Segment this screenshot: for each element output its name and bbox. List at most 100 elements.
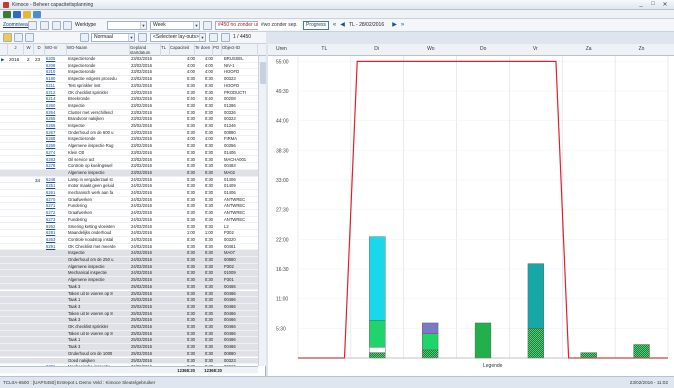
last-period-icon[interactable]: »	[399, 21, 406, 30]
table-row[interactable]: Taak 3 25/02/2016 0:30 0:30 00466	[0, 283, 258, 291]
table-row[interactable]: 6270 Graafwerken 24/02/2016 0:30 0:30 ANTWREC	[0, 197, 258, 204]
table-row[interactable]: 6262 Smering ketting vloeisten 24/02/2016 0…	[0, 224, 258, 231]
wo-nr-cell[interactable]	[45, 277, 67, 284]
wo-nr-cell[interactable]	[45, 324, 67, 331]
table-row[interactable]: 6212 OK checklist sprinkler 23/02/2016 0:30…	[0, 90, 258, 97]
col-header-capacity[interactable]: Capaciteit	[170, 44, 195, 56]
zoom-level-link[interactable]: Zoomniveau	[3, 21, 31, 30]
table-row[interactable]: 6265 Brandvoor nakijken 23/02/2016 0:30 0:30…	[0, 116, 258, 123]
wo-nr-cell[interactable]: 6214	[45, 96, 67, 103]
col-header-week[interactable]: W	[24, 44, 34, 56]
table-row[interactable]: Taken uit te voeren op 8 25/02/2016 0:30 0:…	[0, 290, 258, 298]
settings-icon[interactable]	[14, 33, 23, 42]
table-row[interactable]: 6274 Klein Ott 23/02/2016 0:30 0:30 01406	[0, 150, 258, 157]
save-icon[interactable]	[13, 11, 21, 18]
table-row[interactable]: 6251 motor maakt geen geluid 24/02/2016 0:3…	[0, 183, 258, 190]
bar-segment[interactable]	[422, 349, 439, 359]
table-row[interactable]: 6180 Inspectie volgens procedu 23/02/2016 0…	[0, 76, 258, 83]
table-row[interactable]: 6273 Fundering 24/02/2016 0:30 0:30 ANTWREC	[0, 217, 258, 224]
next-period-icon[interactable]: ▶	[391, 21, 398, 30]
col-header-select[interactable]	[0, 44, 8, 56]
col-header-day[interactable]: D	[34, 44, 45, 56]
wo-nr-cell[interactable]: 6283	[45, 157, 67, 164]
folder-icon[interactable]	[23, 11, 31, 18]
wo-nr-cell[interactable]: 6272	[45, 210, 67, 217]
wo-nr-cell[interactable]: 6261	[45, 190, 67, 197]
table-row[interactable]: 6278 Controle op koelingswel 23/02/2016 0:3…	[0, 163, 258, 170]
bar-segment[interactable]	[369, 347, 386, 353]
sort-az-icon[interactable]	[221, 33, 230, 42]
first-period-icon[interactable]: «	[331, 21, 338, 30]
table-row[interactable]: Inspectie 24/02/2016 0:30 0:30 MA07	[0, 250, 258, 257]
table-row[interactable]: Onderhoud om de 1000 25/02/2016 0:30 0:30 00…	[0, 350, 258, 358]
wo-nr-cell[interactable]	[45, 358, 67, 365]
bar-segment[interactable]	[474, 322, 492, 359]
table-row[interactable]: 6263 Controle noodstop instal 24/02/2016 0:…	[0, 237, 258, 244]
view-select[interactable]: Normaal ▼	[91, 33, 135, 42]
filter-icon[interactable]	[40, 21, 49, 30]
table-row[interactable]: 6261 mechanisch werk aan fa 24/02/2016 0:30…	[0, 190, 258, 197]
bar-segment[interactable]	[527, 328, 544, 359]
wo-nr-cell[interactable]: 6268	[45, 136, 67, 143]
table-row[interactable]: Mechanical inspectie 24/02/2016 0:30 0:30 01…	[0, 270, 258, 278]
wo-nr-cell[interactable]	[45, 331, 67, 338]
wo-nr-cell[interactable]: 6212	[45, 90, 67, 97]
bar-segment[interactable]	[580, 352, 597, 359]
col-header-tl[interactable]: TL	[161, 44, 170, 56]
table-row[interactable]: 6264 Cluster met verschillend 23/02/2016 0:…	[0, 110, 258, 117]
table-row[interactable]: 6266 Inspectie 25/02/2016 0:30 0:30 01346	[0, 123, 258, 130]
table-row[interactable]: Taak 3 25/02/2016 0:30 0:30 00466	[0, 317, 258, 324]
table-row[interactable]: 6260 Inspectie 23/02/2016 0:30 0:30 01386	[0, 103, 258, 110]
table-row[interactable]: Taak 3 25/02/2016 0:30 0:30 00466	[0, 303, 258, 311]
wo-nr-cell[interactable]: 6278	[45, 163, 67, 170]
wo-nr-cell[interactable]: 6248	[45, 177, 67, 184]
wo-nr-cell[interactable]	[45, 337, 67, 344]
table-row[interactable]: Algemene inspectie 24/02/2016 0:30 0:30 P302	[0, 263, 258, 271]
col-header-start-date[interactable]: Gepland startdatum	[130, 44, 161, 56]
scroll-thumb[interactable]	[260, 62, 266, 84]
wo-nr-cell[interactable]: 6270	[45, 197, 67, 204]
grid-vertical-scrollbar[interactable]	[258, 56, 266, 366]
minimize-icon[interactable]: _	[636, 1, 646, 7]
wo-nr-cell[interactable]: 6271	[45, 203, 67, 210]
table-row[interactable]: Taken uit te voeren op 8 25/02/2016 0:30 0:…	[0, 310, 258, 318]
table-row[interactable]: Goed nakijken 25/02/2016 0:30 0:30 00323	[0, 357, 258, 365]
wo-nr-cell[interactable]	[45, 284, 67, 291]
calendar-icon[interactable]	[28, 21, 37, 30]
period-select[interactable]: Week ▼	[150, 21, 200, 30]
funnel-icon[interactable]	[80, 33, 89, 42]
wo-nr-cell[interactable]	[45, 304, 67, 311]
grid-icon[interactable]	[25, 33, 34, 42]
wo-nr-cell[interactable]: 6281	[45, 230, 67, 237]
wo-nr-cell[interactable]: 6264	[45, 110, 67, 117]
bar-segment[interactable]	[633, 344, 650, 359]
wo-nr-cell[interactable]: 6274	[45, 150, 67, 157]
col-header-object-id[interactable]: Object-ID	[222, 44, 258, 56]
no-sep-toggle[interactable]: #wo zonder sep.	[258, 21, 301, 30]
close-icon[interactable]: ✕	[660, 1, 670, 8]
table-row[interactable]: 6291 OK Checklist met meerde 24/02/2016 0:3…	[0, 244, 258, 251]
table-row[interactable]: 6210 Inspectieronde 23/02/2016 4:00 4:00 HOOF…	[0, 69, 258, 77]
wo-nr-cell[interactable]	[45, 257, 67, 264]
wo-nr-cell[interactable]	[45, 351, 67, 358]
wo-nr-cell[interactable]: 6262	[45, 224, 67, 231]
options-icon[interactable]	[203, 21, 212, 30]
table-row[interactable]: 6205 Inspectieronde 23/02/2016 4:00 4:00 BRUS…	[0, 56, 258, 63]
wo-nr-cell[interactable]	[45, 317, 67, 324]
wo-nr-cell[interactable]: 6251	[45, 183, 67, 190]
bar-segment[interactable]	[422, 333, 439, 351]
col-header-wo-nr[interactable]: WO-nr	[45, 44, 67, 56]
check-icon[interactable]	[3, 11, 11, 18]
wo-nr-cell[interactable]: 6208	[45, 63, 67, 70]
bar-segment[interactable]	[369, 236, 386, 321]
group-icon[interactable]	[52, 21, 61, 30]
wo-nr-cell[interactable]: 6291	[45, 244, 67, 251]
table-row[interactable]: Algemene inspectie 25/02/2016 0:30 0:30 P301	[0, 277, 258, 284]
col-header-year[interactable]: J	[8, 44, 24, 56]
worktype-select[interactable]: ▼	[107, 21, 147, 30]
wo-nr-cell[interactable]: 6263	[45, 237, 67, 244]
wo-nr-cell[interactable]: 6180	[45, 76, 67, 83]
add-icon[interactable]	[3, 33, 12, 42]
bar-segment[interactable]	[369, 320, 386, 348]
table-row[interactable]: 6214 Breekronde 23/02/2016 0:40 0:40 00208	[0, 96, 258, 103]
